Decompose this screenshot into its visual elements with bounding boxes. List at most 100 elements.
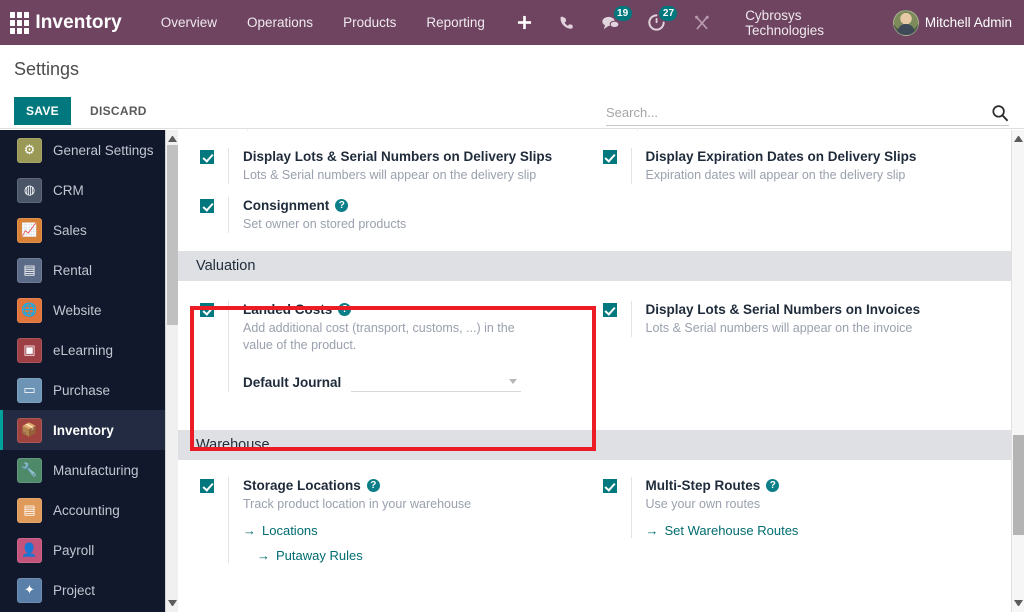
control-panel: Settings SAVE DISCARD — [0, 45, 1024, 129]
content-scroll-thumb[interactable] — [1013, 435, 1024, 535]
calendar-icon: ▤ — [17, 257, 42, 283]
checkbox-display-lots-invoices[interactable] — [602, 303, 617, 317]
sidebar-item-label: Sales — [53, 222, 87, 238]
sidebar-item-accounting[interactable]: ▤ Accounting — [0, 490, 178, 530]
sidebar-item-label: CRM — [53, 182, 84, 198]
save-button[interactable]: SAVE — [14, 97, 71, 125]
messages-icon[interactable]: 19 — [596, 0, 632, 45]
sidebar-item-label: General Settings — [53, 142, 154, 158]
setting-display-expiration-dates[interactable]: Display Expiration Dates on Delivery Sli… — [595, 139, 988, 188]
setting-display-lots-invoices[interactable]: Display Lots & Serial Numbers on Invoice… — [595, 287, 988, 341]
sidebar-item-general-settings[interactable]: ⚙ General Settings — [0, 130, 178, 170]
nav-item-reporting[interactable]: Reporting — [411, 0, 500, 45]
link-label: Set Warehouse Routes — [664, 523, 799, 538]
sidebar-item-manufacturing[interactable]: 🔧 Manufacturing — [0, 450, 178, 490]
phone-icon[interactable] — [552, 0, 582, 45]
company-selector[interactable]: Cybrosys Technologies — [731, 0, 881, 45]
scroll-down-icon[interactable] — [168, 600, 177, 609]
scroll-up-icon[interactable] — [1014, 133, 1023, 142]
wrench-icon: 🔧 — [17, 457, 42, 483]
plus-icon[interactable] — [510, 0, 540, 45]
checkbox-consignment[interactable] — [200, 199, 214, 213]
setting-multi-step-routes[interactable]: Multi-Step Routes ? Use your own routes … — [595, 468, 988, 542]
top-navbar: Inventory Overview Operations Products R… — [0, 0, 1024, 45]
nav-item-products[interactable]: Products — [328, 0, 411, 45]
apps-grid-icon[interactable] — [10, 11, 30, 34]
search-bar[interactable] — [606, 100, 1009, 126]
sidebar-item-inventory[interactable]: 📦 Inventory — [0, 410, 178, 450]
setting-title: Display Lots & Serial Numbers on Deliver… — [243, 148, 585, 165]
warehouse-column-right: Multi-Step Routes ? Use your own routes … — [595, 468, 998, 567]
setting-consignment[interactable]: Consignment ? Set owner on stored produc… — [192, 188, 585, 237]
checkbox-multi-step-routes[interactable] — [602, 479, 617, 493]
sidebar-item-website[interactable]: 🌐 Website — [0, 290, 178, 330]
sidebar-item-sales[interactable]: 📈 Sales — [0, 210, 178, 250]
search-input[interactable] — [606, 105, 991, 120]
section-header-warehouse: Warehouse — [178, 430, 1011, 460]
valuation-row: Landed Costs ? Add additional cost (tran… — [192, 281, 997, 396]
chevron-down-icon[interactable] — [509, 379, 518, 384]
help-icon[interactable]: ? — [335, 199, 349, 212]
sidebar-scrollbar[interactable] — [165, 130, 178, 612]
valuation-column-left: Landed Costs ? Add additional cost (tran… — [192, 287, 595, 396]
default-journal-field-row: Default Journal — [243, 372, 585, 392]
search-icon[interactable] — [991, 104, 1009, 122]
checkbox-landed-costs[interactable] — [200, 303, 214, 317]
card-icon: ▭ — [17, 377, 42, 403]
globe-icon: 🌐 — [17, 297, 42, 323]
link-set-warehouse-routes[interactable]: → Set Warehouse Routes — [646, 523, 988, 538]
setting-display-lots-delivery-slips[interactable]: Display Lots & Serial Numbers on Deliver… — [192, 139, 585, 188]
setting-storage-locations[interactable]: Storage Locations ? Track product locati… — [192, 468, 585, 567]
settings-column-left: Display Lots & Serial Numbers on Deliver… — [192, 139, 595, 237]
settings-sidebar: ⚙ General Settings ◍ CRM 📈 Sales ▤ Rental 🌐 Websi… — [0, 130, 178, 612]
setting-description: Use your own routes — [645, 497, 761, 511]
sidebar-scroll-thumb[interactable] — [167, 145, 178, 325]
setting-title: Multi-Step Routes ? — [646, 477, 988, 494]
scroll-up-icon[interactable] — [168, 133, 177, 142]
help-icon[interactable]: ? — [766, 479, 780, 492]
sidebar-item-crm[interactable]: ◍ CRM — [0, 170, 178, 210]
link-label: Putaway Rules — [276, 548, 363, 563]
link-locations[interactable]: → Locations — [243, 523, 585, 538]
content-scrollbar[interactable] — [1011, 130, 1024, 612]
sidebar-item-project[interactable]: ✦ Project — [0, 570, 178, 610]
sidebar-item-label: Project — [53, 582, 96, 598]
clip-divider-left — [247, 130, 248, 131]
activities-icon[interactable]: 27 — [641, 0, 678, 45]
setting-body: Display Lots & Serial Numbers on Deliver… — [228, 148, 585, 184]
sidebar-item-elearning[interactable]: ▣ eLearning — [0, 330, 178, 370]
settings-scroll-area: Get a full traceability from vendors to … — [178, 130, 1011, 612]
default-journal-select[interactable] — [351, 372, 522, 392]
clipped-setting-row: Get a full traceability from vendors to … — [192, 130, 997, 139]
traceability-row: Display Lots & Serial Numbers on Deliver… — [192, 139, 997, 237]
sidebar-item-rental[interactable]: ▤ Rental — [0, 250, 178, 290]
sidebar-item-label: Manufacturing — [53, 462, 139, 478]
help-icon[interactable]: ? — [366, 479, 380, 492]
sidebar-item-label: eLearning — [53, 342, 114, 358]
checkbox-storage-locations[interactable] — [200, 479, 214, 493]
setting-title-text: Multi-Step Routes — [645, 478, 761, 493]
link-putaway-rules[interactable]: → Putaway Rules — [257, 548, 585, 563]
checkbox-display-expiration-dates[interactable] — [602, 150, 617, 164]
nav-item-operations[interactable]: Operations — [232, 0, 328, 45]
sidebar-item-purchase[interactable]: ▭ Purchase — [0, 370, 178, 410]
help-icon[interactable]: ? — [338, 303, 352, 316]
checkbox-display-lots-delivery-slips[interactable] — [200, 150, 214, 164]
section-header-valuation: Valuation — [178, 251, 1011, 281]
settings-content: Get a full traceability from vendors to … — [178, 130, 1024, 612]
sidebar-item-payroll[interactable]: 👤 Payroll — [0, 530, 178, 570]
setting-title: Display Lots & Serial Numbers on Invoice… — [646, 301, 988, 318]
scroll-down-icon[interactable] — [1014, 600, 1023, 609]
app-brand-title[interactable]: Inventory — [35, 12, 121, 34]
tools-icon[interactable] — [687, 0, 717, 45]
setting-landed-costs[interactable]: Landed Costs ? Add additional cost (tran… — [192, 287, 585, 396]
nav-item-overview[interactable]: Overview — [146, 0, 232, 45]
user-menu[interactable]: Mitchell Admin — [887, 0, 1024, 45]
page-title: Settings — [14, 59, 80, 79]
box-icon: 📦 — [17, 417, 42, 443]
setting-description: Add additional cost (transport, customs,… — [243, 321, 515, 352]
discard-button[interactable]: DISCARD — [80, 97, 157, 125]
arrow-right-icon: → — [243, 523, 256, 538]
sidebar-item-label: Payroll — [53, 542, 95, 558]
invoice-icon: ▤ — [17, 497, 42, 523]
